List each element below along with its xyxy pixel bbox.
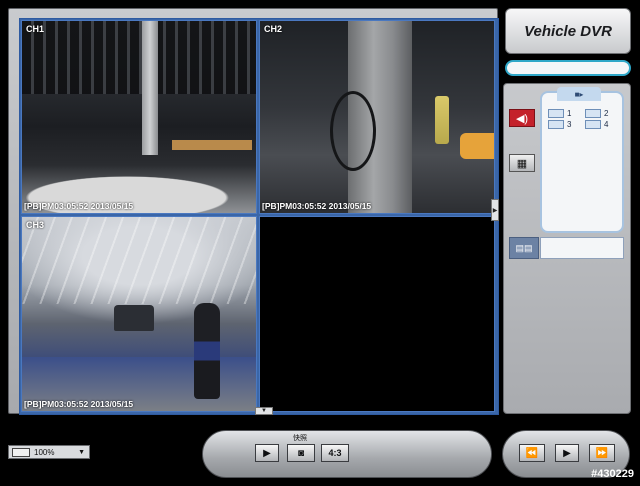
brand-logo: Vehicle DVR (505, 8, 631, 54)
storage-bar (540, 237, 624, 259)
layout-grid-button[interactable]: ▦ (509, 154, 535, 172)
fast-forward-icon: ⏩ (595, 447, 609, 459)
side-panel: ◀) ▦ ■▸ 1 2 3 4 ▤▤ (503, 83, 631, 414)
channel-select-2[interactable]: 2 (585, 109, 618, 118)
zoom-select[interactable]: 100% ▼ (8, 445, 90, 459)
rewind-button[interactable]: ⏪ (519, 444, 545, 462)
play-icon: ▶ (263, 447, 271, 459)
cable-scene (330, 91, 376, 171)
zoom-value: 100% (34, 447, 55, 457)
camera-icon (548, 120, 564, 129)
camera-tab-icon[interactable]: ■▸ (557, 87, 601, 101)
tire-rack-scene (22, 21, 256, 94)
rewind-icon: ⏪ (525, 447, 539, 459)
channel-list: 1 2 3 4 (548, 109, 618, 129)
camera-icon (585, 109, 601, 118)
channel-3-label: CH3 (26, 220, 45, 230)
zoom-icon (12, 447, 30, 457)
grid-icon: ▦ (516, 157, 528, 170)
camera-icon: ◙ (297, 447, 305, 459)
chevron-down-icon: ▼ (78, 448, 85, 456)
status-indicator (505, 60, 631, 76)
channel-1-view[interactable]: CH1 [PB]PM03:05:52 2013/05/15 (21, 20, 257, 214)
person-scene (194, 303, 220, 399)
channel-2-label: CH2 (264, 24, 283, 34)
channel-1-timestamp: [PB]PM03:05:52 2013/05/15 (24, 201, 134, 211)
brand-title: Vehicle DVR (524, 22, 612, 40)
snapshot-caption: 快照 (293, 435, 307, 442)
aspect-ratio-label: 4:3 (328, 448, 342, 458)
aspect-ratio-button[interactable]: 4:3 (321, 444, 349, 462)
channel-4-view[interactable] (259, 216, 495, 412)
expand-down-icon[interactable]: ▼ (255, 407, 273, 415)
channel-number: 2 (604, 109, 609, 118)
cloth-scene (460, 133, 494, 159)
channel-number: 3 (567, 120, 572, 129)
video-frame: CH1 [PB]PM03:05:52 2013/05/15 CH2 [PB]PM… (8, 8, 499, 415)
channel-3-timestamp: [PB]PM03:05:52 2013/05/15 (24, 399, 134, 409)
video-grid: CH1 [PB]PM03:05:52 2013/05/15 CH2 [PB]PM… (19, 18, 499, 415)
camera-icon (585, 120, 601, 129)
channel-3-view[interactable]: CH3 [PB]PM03:05:52 2013/05/15 (21, 216, 257, 412)
car-scene (114, 305, 154, 331)
expand-right-icon[interactable]: ▶ (491, 199, 499, 221)
bench-scene (172, 140, 252, 151)
channel-2-view[interactable]: CH2 [PB]PM03:05:52 2013/05/15 (259, 20, 495, 214)
channel-select-1[interactable]: 1 (548, 109, 581, 118)
channel-select-4[interactable]: 4 (585, 120, 618, 129)
bottle-scene (435, 96, 449, 144)
play-icon: ▶ (563, 447, 571, 459)
channel-2-timestamp: [PB]PM03:05:52 2013/05/15 (262, 201, 372, 211)
channel-1-label: CH1 (26, 24, 45, 34)
speaker-icon: ◀) (515, 112, 529, 125)
nav-play-button[interactable]: ▶ (555, 444, 579, 462)
channel-number: 4 (604, 120, 609, 129)
fast-forward-button[interactable]: ⏩ (589, 444, 615, 462)
watermark-text: #430229 (591, 468, 634, 480)
play-button[interactable]: ▶ (255, 444, 279, 462)
playback-control-bar: ▶ 快照 ◙ 4:3 (202, 430, 492, 478)
camera-icon (548, 109, 564, 118)
channel-number: 1 (567, 109, 572, 118)
channel-select-box: ■▸ 1 2 3 4 (540, 87, 624, 233)
snapshot-button[interactable]: ◙ (287, 444, 315, 462)
audio-speaker-button[interactable]: ◀) (509, 109, 535, 127)
storage-icon: ▤▤ (515, 242, 533, 253)
channel-select-3[interactable]: 3 (548, 120, 581, 129)
storage-button[interactable]: ▤▤ (509, 237, 539, 259)
roof-beams-scene (22, 217, 256, 305)
pillar-scene (142, 21, 158, 156)
